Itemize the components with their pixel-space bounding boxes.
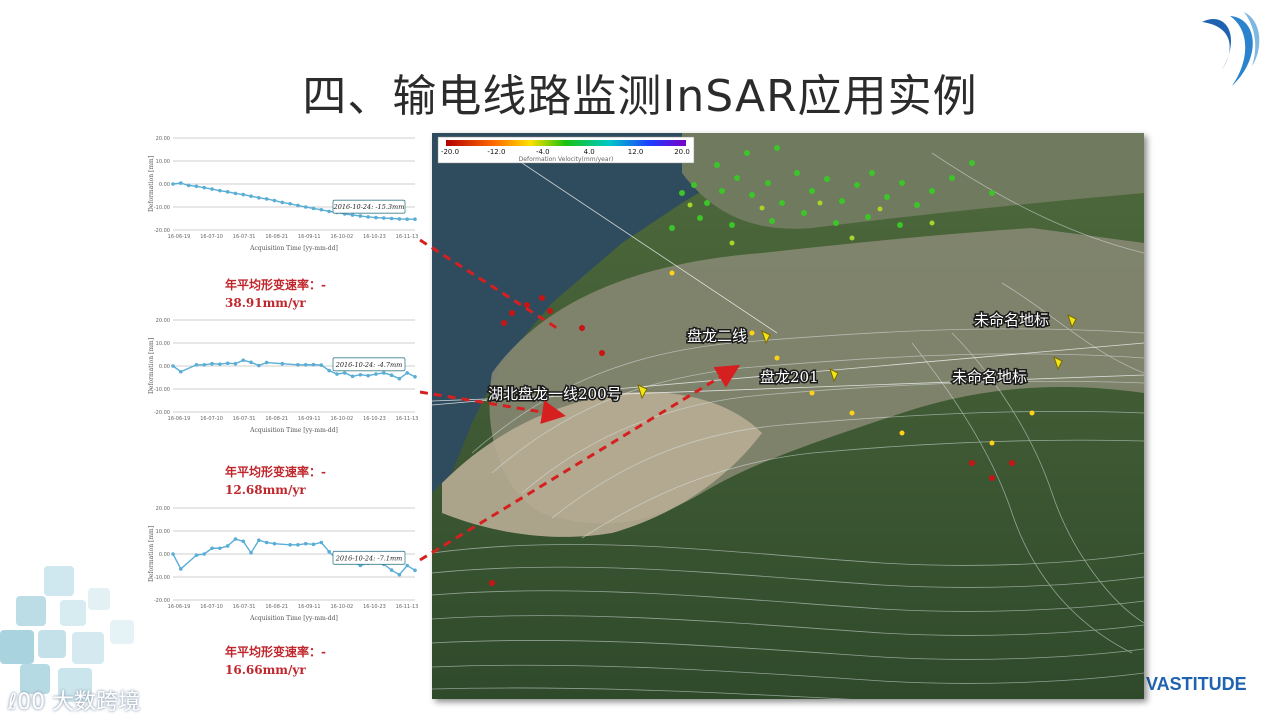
connector-arrow-3	[419, 364, 741, 562]
connector-arrow-2	[419, 390, 566, 424]
connector-overlay	[419, 238, 741, 562]
connector-arrow-1	[419, 238, 561, 332]
